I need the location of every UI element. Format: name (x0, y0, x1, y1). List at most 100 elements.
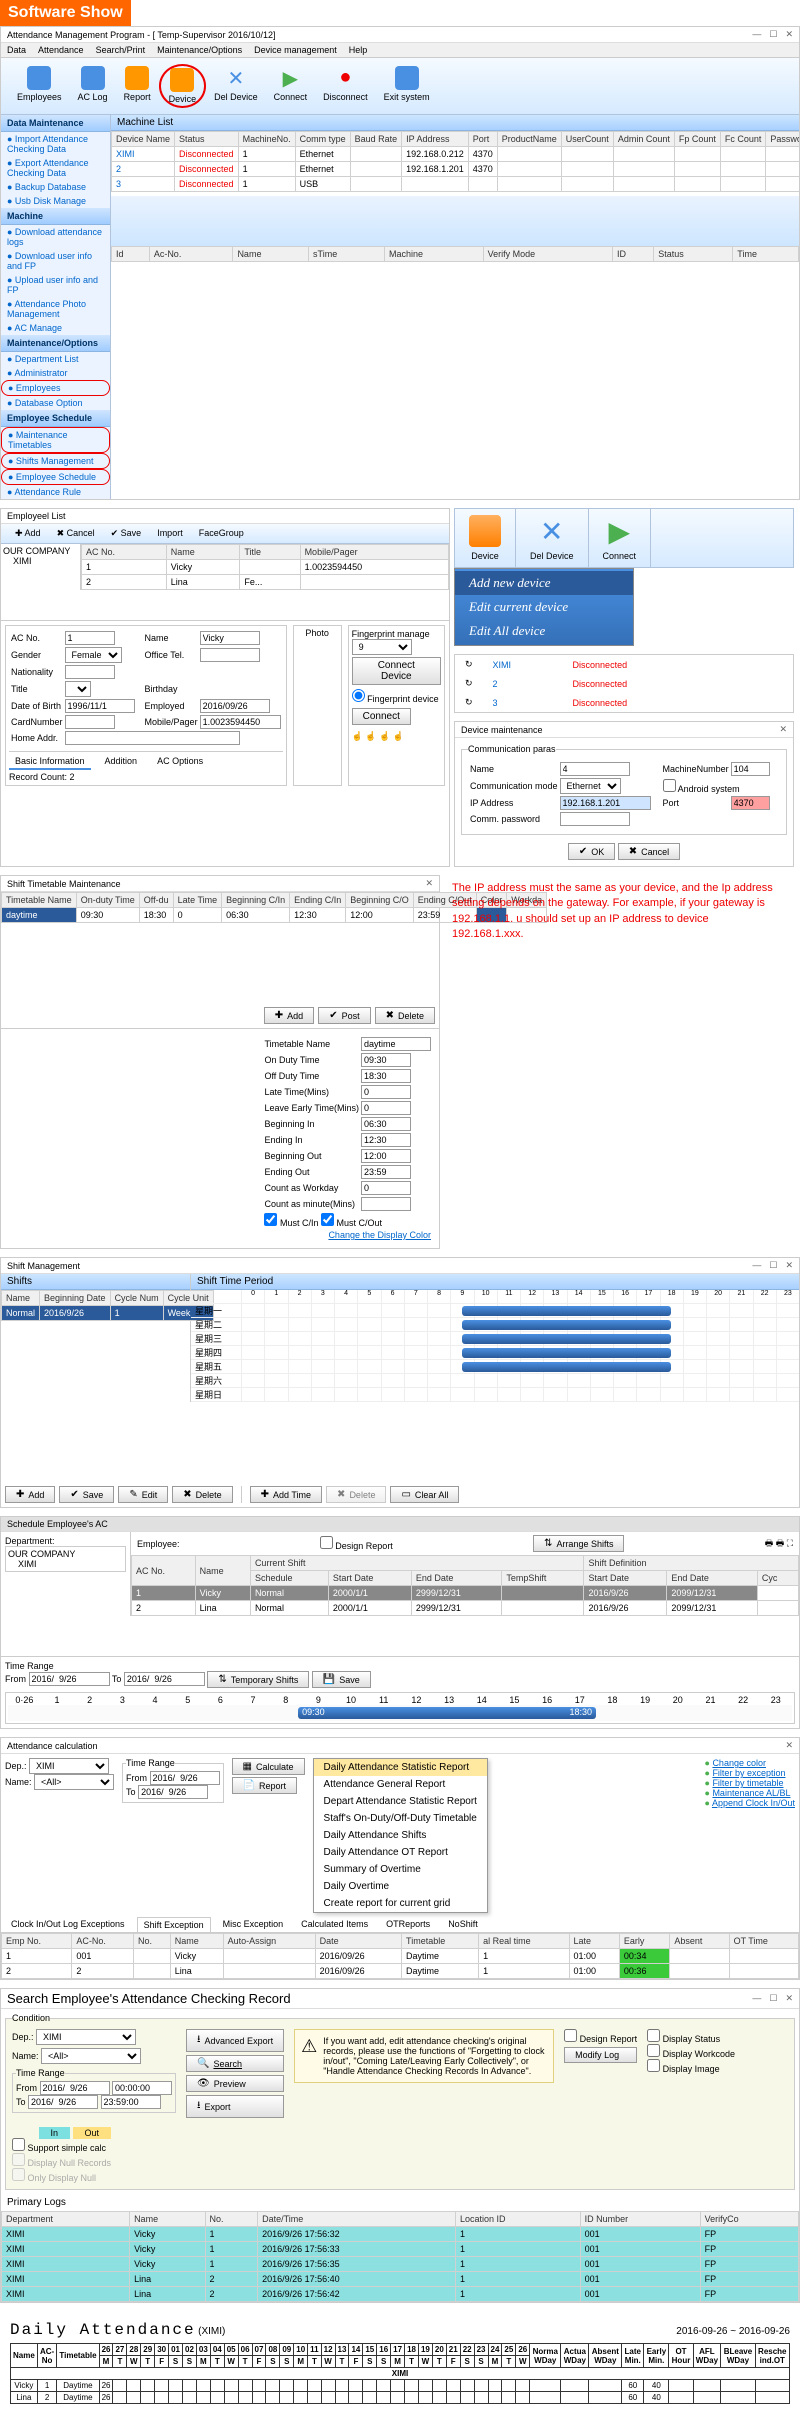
minimize-icon[interactable]: — (752, 1260, 761, 1271)
sidebar-item-attendancerule[interactable]: ● Attendance Rule (1, 485, 110, 499)
advanced-export-button[interactable]: ⭳ Advanced Export (186, 2029, 284, 2052)
sm-add-button[interactable]: ✚ Add (5, 1486, 55, 1503)
report-menu-item[interactable]: Depart Attendance Statistic Report (314, 1793, 487, 1810)
cancel-button[interactable]: ✖ Cancel (618, 843, 680, 860)
search-button[interactable]: 🔍 Search (186, 2055, 284, 2072)
calculate-button[interactable]: ▦ Calculate (232, 1758, 305, 1775)
del-device-button[interactable]: ✕Del Device (206, 64, 266, 108)
design-report-checkbox[interactable] (564, 2029, 577, 2042)
must-cout-checkbox[interactable] (321, 1213, 334, 1226)
tt-delete-button[interactable]: ✖ Delete (375, 1007, 435, 1024)
from-date-input[interactable] (29, 1672, 110, 1686)
fp-device-radio[interactable] (352, 689, 365, 702)
dept-tree-root[interactable]: OUR COMPANY (8, 1549, 123, 1559)
tt-post-button[interactable]: ✔ Post (318, 1007, 370, 1024)
report-menu-item[interactable]: Daily Overtime (314, 1878, 487, 1895)
preview-button[interactable]: 👁 Preview (186, 2075, 284, 2092)
menu-attendance[interactable]: Attendance (38, 45, 84, 55)
facegroup-button[interactable]: FaceGroup (191, 526, 252, 541)
off-duty-input[interactable] (361, 1069, 411, 1083)
sidebar-item-administrator[interactable]: ● Administrator (1, 366, 110, 380)
maximize-icon[interactable]: ☐ (769, 1993, 777, 2004)
dev-row[interactable]: ↻3Disconnected (455, 693, 793, 712)
sidebar-item-employeeschedule[interactable]: ● Employee Schedule (1, 469, 110, 485)
nationality-input[interactable] (65, 665, 115, 679)
sidebar-item-uploaduserinfoandfp[interactable]: ● Upload user info and FP (1, 273, 110, 297)
leave-early-input[interactable] (361, 1101, 411, 1115)
side-link[interactable]: ● Filter by exception (704, 1768, 795, 1778)
title-select[interactable] (65, 681, 91, 697)
calc-tab[interactable]: Shift Exception (137, 1917, 211, 1932)
sr-from-date[interactable] (40, 2081, 110, 2095)
home-input[interactable] (65, 731, 240, 745)
save-button[interactable]: ✔ Save (103, 526, 150, 541)
android-checkbox[interactable] (663, 779, 676, 792)
tab-addition[interactable]: Addition (99, 754, 144, 770)
sr-to-time[interactable] (101, 2095, 161, 2109)
device-button[interactable]: Device (159, 64, 207, 108)
end-out-input[interactable] (361, 1165, 411, 1179)
close-icon[interactable]: ✕ (779, 724, 787, 735)
sidebar-item-downloaduserinfoandfp[interactable]: ● Download user info and FP (1, 249, 110, 273)
menu-data[interactable]: Data (7, 45, 26, 55)
connect-button[interactable]: Connect (352, 708, 411, 725)
to-date-input[interactable] (124, 1672, 205, 1686)
sidebar-item-employees[interactable]: ● Employees (1, 380, 110, 396)
employed-input[interactable] (200, 699, 270, 713)
sidebar-item-attendancephotomanagement[interactable]: ● Attendance Photo Management (1, 297, 110, 321)
export-button[interactable]: ⭳ Export (186, 2095, 284, 2118)
sidebar-item-departmentlist[interactable]: ● Department List (1, 352, 110, 366)
close-icon[interactable]: ✕ (785, 29, 793, 40)
add-button[interactable]: ✚ Add (7, 526, 49, 541)
end-in-input[interactable] (361, 1133, 411, 1147)
connect-device-button[interactable]: Connect Device (352, 657, 441, 685)
menu-devicemanagement[interactable]: Device management (254, 45, 337, 55)
tt-add-button[interactable]: ✚ Add (264, 1007, 314, 1024)
calc-from-input[interactable] (150, 1771, 220, 1785)
dropdown-editcurrentdevice[interactable]: Edit current device (455, 595, 633, 619)
report-button[interactable]: Report (116, 64, 159, 108)
ac-no-input[interactable] (65, 631, 115, 645)
disp-image-checkbox[interactable] (647, 2059, 660, 2072)
design-report-checkbox[interactable] (320, 1536, 333, 1549)
calc-name-select[interactable]: <All> (34, 1774, 114, 1790)
import-button[interactable]: Import (149, 526, 191, 541)
tt-name-input[interactable] (361, 1037, 431, 1051)
sidebar-item-exportattendancecheckingdata[interactable]: ● Export Attendance Checking Data (1, 156, 110, 180)
calc-tab[interactable]: Calculated Items (295, 1917, 374, 1932)
maximize-icon[interactable]: ☐ (769, 29, 777, 40)
save-button[interactable]: 💾 Save (312, 1671, 371, 1688)
disconnect-button[interactable]: ●Disconnect (315, 64, 376, 108)
connect-big-button[interactable]: ▶Connect (589, 509, 652, 567)
sr-dep-select[interactable]: XIMI (36, 2029, 136, 2045)
company-tree-root[interactable]: OUR COMPANY (3, 546, 78, 556)
calc-tab[interactable]: Misc Exception (217, 1917, 290, 1932)
sidebar-item-importattendancecheckingdata[interactable]: ● Import Attendance Checking Data (1, 132, 110, 156)
simple-calc-checkbox[interactable] (12, 2138, 25, 2151)
modify-log-button[interactable]: Modify Log (564, 2047, 637, 2063)
report-button[interactable]: 📄 Report (232, 1777, 297, 1794)
employees-button[interactable]: Employees (9, 64, 70, 108)
dev-row[interactable]: ↻2Disconnected (455, 674, 793, 693)
sidebar-item-acmanage[interactable]: ● AC Manage (1, 321, 110, 335)
gender-select[interactable]: Female (65, 647, 122, 663)
del-device-big-button[interactable]: ✕Del Device (516, 509, 589, 567)
tab-basicinformation[interactable]: Basic Information (9, 754, 91, 770)
print-icons[interactable]: 🖶 🖶 ⛶ (765, 1536, 793, 1552)
machine-list-tab[interactable]: Machine List (111, 115, 799, 131)
exit-system-button[interactable]: Exit system (376, 64, 438, 108)
mobile-input[interactable] (200, 715, 281, 729)
side-link[interactable]: ● Append Clock In/Out (704, 1798, 795, 1808)
side-link[interactable]: ● Filter by timetable (704, 1778, 795, 1788)
ac-log-button[interactable]: AC Log (70, 64, 116, 108)
minimize-icon[interactable]: — (752, 29, 761, 40)
company-tree-branch[interactable]: XIMI (3, 556, 78, 566)
close-icon[interactable]: ✕ (785, 1740, 793, 1751)
report-menu-item[interactable]: Attendance General Report (314, 1776, 487, 1793)
sm-delete-button[interactable]: ✖ Delete (172, 1486, 232, 1503)
sr-from-time[interactable] (112, 2081, 172, 2095)
beg-in-input[interactable] (361, 1117, 411, 1131)
sidebar-item-usbdiskmanage[interactable]: ● Usb Disk Manage (1, 194, 110, 208)
sr-to-date[interactable] (28, 2095, 98, 2109)
side-link[interactable]: ● Maintenance AL/BL (704, 1788, 795, 1798)
